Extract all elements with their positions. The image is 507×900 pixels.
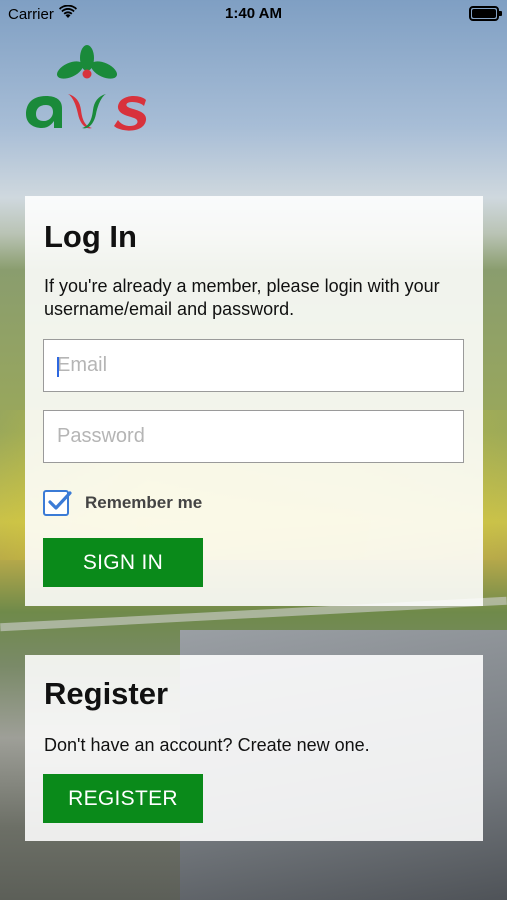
- password-input[interactable]: [43, 410, 464, 463]
- sign-in-button[interactable]: SIGN IN: [43, 538, 203, 587]
- status-right: [469, 6, 502, 21]
- remember-me-row[interactable]: Remember me: [43, 490, 202, 516]
- login-card: Log In If you're already a member, pleas…: [25, 196, 483, 606]
- login-title: Log In: [44, 219, 137, 254]
- text-cursor: [57, 357, 59, 377]
- remember-me-label: Remember me: [85, 493, 203, 512]
- brand-logo: [24, 44, 150, 134]
- status-bar: Carrier 1:40 AM: [0, 0, 507, 28]
- status-time: 1:40 AM: [225, 5, 282, 22]
- remember-me-checkbox[interactable]: [43, 490, 72, 516]
- email-input[interactable]: [43, 339, 464, 392]
- register-title: Register: [44, 676, 169, 711]
- battery-icon: [469, 6, 502, 21]
- checkmark-icon: [48, 491, 72, 510]
- register-card: Register Don't have an account? Create n…: [25, 655, 483, 841]
- login-description: If you're already a member, please login…: [44, 276, 440, 319]
- register-button[interactable]: REGISTER: [43, 774, 203, 823]
- register-description: Don't have an account? Create new one.: [44, 735, 370, 755]
- battery-fill: [472, 9, 496, 18]
